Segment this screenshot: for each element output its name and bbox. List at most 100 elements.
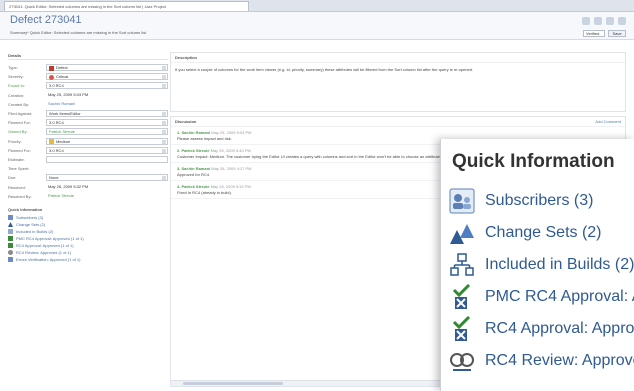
editor-tab[interactable]: 273041: Quick Editor: Selected columns a… [4, 1, 249, 11]
chevron-down-icon [162, 130, 166, 135]
type-select[interactable]: Defect [46, 64, 168, 72]
state-select[interactable]: Verified [583, 30, 605, 37]
summary-field[interactable]: Summary* Quick Editor: Selected columns … [10, 30, 540, 35]
quick-info-item[interactable]: Errors Verification: Approved (1 of 1) [8, 256, 168, 263]
chevron-down-icon [162, 148, 166, 153]
field-creation: Creation: May 25, 2009 5:03 PM [8, 91, 168, 100]
zoom-item-rc4-review[interactable]: RC4 Review: Approved [449, 347, 634, 375]
severity-select[interactable]: Critical [46, 73, 168, 81]
comment-date: May 26, 2009 4:17 PM [211, 166, 252, 171]
comment-date: May 25, 2009 5:03 PM [211, 130, 252, 135]
comment-author[interactable]: 4. Patrick Streule [177, 184, 209, 189]
change-sets-icon [8, 221, 13, 227]
field-value[interactable]: Patrick Streule [48, 193, 74, 198]
refresh-icon[interactable] [582, 17, 590, 25]
found-in-select[interactable]: 3.0 RC4 [46, 82, 168, 90]
field-filed-against: Filed Against: Work Items/Editor [8, 109, 168, 118]
field-label[interactable]: Found In: [8, 83, 46, 88]
quick-info-item[interactable]: Subscribers (3) [8, 214, 168, 221]
zoom-item-pmc-approval[interactable]: PMC RC4 Approval: Approved [449, 283, 634, 311]
quick-info-label[interactable]: Change Sets (2) [16, 222, 45, 227]
link-icon[interactable] [594, 17, 602, 25]
work-item-header: Defect 273041 Summary* Quick Editor: Sel… [0, 12, 634, 40]
quick-info-item[interactable]: Change Sets (2) [8, 221, 168, 228]
field-resolved: Resolved: May 26, 2009 5:32 PM [8, 182, 168, 191]
quick-info-label[interactable]: RC4 Review: Approved (1 of 1) [16, 250, 71, 255]
work-item-title: Defect 273041 [10, 14, 82, 26]
field-label: Priority: [8, 138, 22, 144]
created-by-link[interactable]: Sachin Ramani [46, 101, 168, 108]
quick-info-item[interactable]: RC4 Approval: Approved (1 of 1) [8, 242, 168, 249]
zoom-item-label[interactable]: RC4 Review: Approved [485, 352, 634, 370]
quick-information-title: Quick Information [8, 206, 43, 212]
field-label: Resolved By: [8, 193, 32, 199]
quick-information-small: Quick Information Subscribers (3) Change… [8, 207, 168, 263]
field-label: Severity: [8, 74, 24, 80]
zoom-item-subscribers[interactable]: Subscribers (3) [449, 187, 593, 215]
scrollbar-thumb[interactable] [183, 382, 283, 385]
chevron-down-icon [162, 75, 166, 80]
description-text[interactable]: If you select a couple of columns for th… [171, 63, 625, 76]
more-icon[interactable] [618, 17, 626, 25]
header-tools [582, 17, 626, 25]
comment-date: May 26, 2009 5:32 PM [210, 184, 251, 189]
resolved-value: May 26, 2009 5:32 PM [48, 183, 89, 189]
owned-by-select[interactable]: Patrick Streule [46, 128, 168, 136]
estimate-input[interactable] [46, 155, 168, 163]
field-priority: Priority: Medium [8, 137, 168, 146]
add-comment-link[interactable]: Add Comment [595, 119, 621, 124]
details-section-title: Details [8, 52, 168, 60]
zoom-item-label[interactable]: Subscribers (3) [485, 192, 593, 210]
zoom-item-label[interactable]: Included in Builds (2) [485, 256, 634, 274]
comment-author[interactable]: 1. Sachin Ramani [177, 130, 210, 135]
subscribers-icon [449, 188, 475, 214]
field-planned-for-2: Planned For: 3.0 RC4 [8, 146, 168, 155]
zoom-item-builds[interactable]: Included in Builds (2) [449, 251, 634, 279]
subscribers-icon [8, 214, 13, 220]
field-severity: Severity: Critical [8, 72, 168, 81]
description-section: Description If you select a couple of co… [170, 52, 626, 112]
quick-information-zoom: Quick Information Subscribers (3) Change… [440, 139, 634, 391]
chevron-down-icon [162, 112, 166, 117]
quick-info-label[interactable]: Subscribers (3) [16, 215, 43, 220]
quick-info-item[interactable]: Included in Builds (2) [8, 228, 168, 235]
filed-against-select[interactable]: Work Items/Editor [46, 110, 168, 118]
zoom-item-label[interactable]: PMC RC4 Approval: Approved [485, 288, 634, 306]
quick-info-label[interactable]: RC4 Approval: Approved (1 of 1) [16, 243, 74, 248]
field-value: Patrick Streule [49, 129, 76, 135]
save-bar: Verified Save [583, 30, 626, 37]
comment-author[interactable]: 3. Sachin Ramani [177, 166, 210, 171]
save-button[interactable]: Save [608, 30, 626, 37]
field-label[interactable]: Owned By: [8, 129, 46, 134]
planned-for-select-2[interactable]: 3.0 RC4 [46, 146, 168, 154]
field-value: 3.0 RC4 [49, 120, 64, 126]
planned-for-select[interactable]: 3.0 RC4 [46, 119, 168, 127]
zoom-item-rc4-approval[interactable]: RC4 Approval: Approved [449, 315, 634, 343]
comment-date: May 25, 2009 5:40 PM [210, 148, 251, 153]
priority-select[interactable]: Medium [46, 137, 168, 145]
quick-info-label[interactable]: Included in Builds (2) [16, 229, 53, 234]
comment-author[interactable]: 2. Patrick Streule [177, 148, 209, 153]
priority-icon [49, 139, 54, 145]
calendar-icon[interactable] [162, 176, 166, 181]
resolved-by-link[interactable]: Patrick Streule [46, 193, 168, 200]
field-label: Filed Against: [8, 111, 33, 117]
zoom-item-label[interactable]: RC4 Approval: Approved [485, 320, 634, 338]
quick-info-item[interactable]: PMC RC4 Approval: Approved (1 of 1) [8, 235, 168, 242]
zoom-item-label[interactable]: Change Sets (2) [485, 224, 602, 242]
history-icon[interactable] [606, 17, 614, 25]
chevron-down-icon [162, 139, 166, 144]
zoom-item-change-sets[interactable]: Change Sets (2) [449, 219, 602, 247]
field-label: Planned For: [8, 120, 31, 126]
chevron-down-icon [162, 66, 166, 71]
quick-info-label[interactable]: PMC RC4 Approval: Approved (1 of 1) [16, 236, 84, 241]
field-time-spent: Time Spent: [8, 164, 168, 173]
due-date-input[interactable]: None [46, 174, 168, 182]
discussion-header: Discussion Add Comment [171, 117, 625, 127]
field-type: Type: Defect [8, 63, 168, 72]
quick-info-label[interactable]: Errors Verification: Approved (1 of 1) [16, 257, 80, 262]
field-created-by: Created By: Sachin Ramani [8, 100, 168, 109]
approval-icon [8, 242, 13, 248]
field-value[interactable]: Sachin Ramani [48, 101, 75, 106]
quick-info-item[interactable]: RC4 Review: Approved (1 of 1) [8, 249, 168, 256]
